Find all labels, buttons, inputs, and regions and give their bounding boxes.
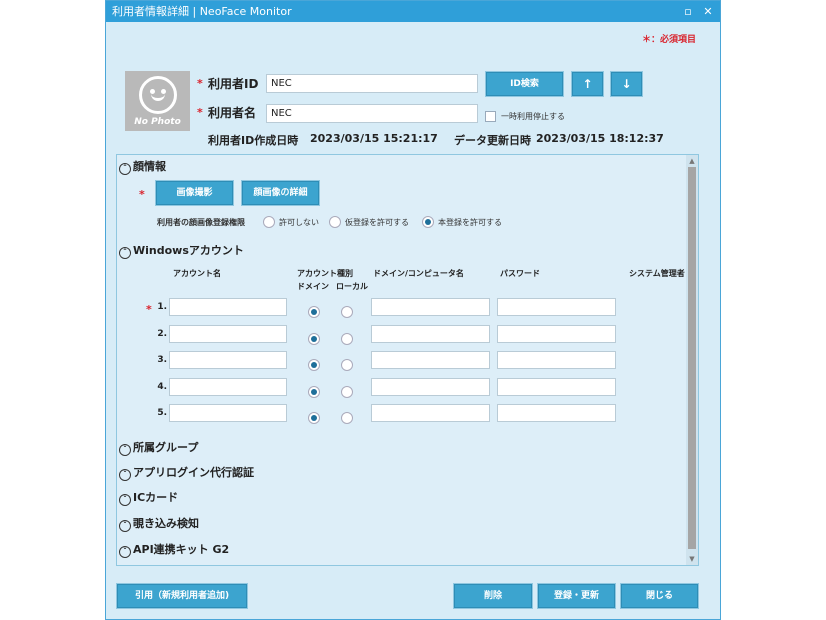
user-name-label: 利用者名 — [208, 106, 257, 120]
panel-scrollbar[interactable]: ▲ ▼ — [686, 155, 698, 565]
domain-computer-input[interactable] — [371, 325, 490, 343]
domain-computer-input[interactable] — [371, 404, 490, 422]
user-name-input[interactable]: NEC — [266, 104, 478, 123]
user-id-label: 利用者ID — [208, 77, 259, 91]
photo-caption: No Photo — [134, 117, 181, 127]
account-type-domain-radio[interactable] — [308, 333, 320, 345]
section-face-info[interactable]: ˆ 顔情報 — [119, 158, 166, 175]
permission-label: 利用者の顔画像登録権限 — [157, 218, 245, 227]
close-button[interactable]: 閉じる — [620, 583, 699, 609]
permission-temporary-radio[interactable] — [329, 216, 341, 228]
chevron-down-icon: ˇ — [119, 444, 131, 456]
scroll-thumb[interactable] — [688, 167, 696, 549]
row-number: 5. — [157, 408, 167, 418]
domain-computer-input[interactable] — [371, 298, 490, 316]
required-mark: * — [139, 188, 145, 201]
capture-image-button[interactable]: 画像撮影 — [155, 180, 234, 206]
restore-icon[interactable]: ▫ — [678, 1, 698, 22]
created-value: 2023/03/15 15:21:17 — [310, 132, 438, 145]
updated-value: 2023/03/15 18:12:37 — [536, 132, 664, 145]
permission-deny-radio[interactable] — [263, 216, 275, 228]
column-system-admin: システム管理者 — [629, 269, 685, 278]
account-name-input[interactable] — [169, 378, 287, 396]
account-type-domain-radio[interactable] — [308, 386, 320, 398]
password-input[interactable] — [497, 404, 616, 422]
chevron-up-icon: ˆ — [119, 163, 131, 175]
quote-new-user-button[interactable]: 引用（新規利用者追加) — [116, 583, 248, 609]
password-input[interactable] — [497, 351, 616, 369]
chevron-up-icon: ˆ — [119, 247, 131, 259]
account-name-input[interactable] — [169, 298, 287, 316]
user-id-input[interactable]: NEC — [266, 74, 478, 93]
account-name-input[interactable] — [169, 404, 287, 422]
permission-option-label: 本登録を許可する — [438, 218, 502, 227]
column-password: パスワード — [500, 269, 540, 278]
section-app-login[interactable]: ˇ アプリログイン代行認証 — [119, 464, 254, 481]
chevron-down-icon: ˇ — [119, 546, 131, 558]
chevron-down-icon: ˇ — [119, 469, 131, 481]
required-mark: * — [197, 106, 203, 119]
user-photo: No Photo — [125, 71, 190, 131]
row-number: 4. — [157, 382, 167, 392]
suspend-label: 一時利用停止する — [501, 112, 565, 121]
required-mark: * — [197, 77, 203, 90]
created-label: 利用者ID作成日時 — [208, 134, 299, 147]
face-image-detail-button[interactable]: 顔画像の詳細 — [241, 180, 320, 206]
smiley-icon — [139, 76, 177, 114]
required-mark: * — [146, 303, 152, 316]
account-type-local-radio[interactable] — [341, 412, 353, 424]
section-api-kit[interactable]: ˇ API連携キット G2 — [119, 541, 229, 558]
delete-button[interactable]: 削除 — [453, 583, 533, 609]
next-user-button[interactable]: ↓ — [610, 71, 643, 97]
domain-computer-input[interactable] — [371, 378, 490, 396]
column-account-type: アカウント種別 — [297, 269, 353, 278]
title-bar: 利用者情報詳細 | NeoFace Monitor ▫ ✕ — [106, 1, 720, 22]
column-local: ローカル — [336, 282, 368, 291]
window-title: 利用者情報詳細 | NeoFace Monitor — [112, 5, 292, 18]
row-number: 3. — [157, 355, 167, 365]
permission-option-label: 仮登録を許可する — [345, 218, 409, 227]
account-name-input[interactable] — [169, 325, 287, 343]
column-domain-computer: ドメイン/コンピュータ名 — [373, 269, 464, 278]
id-search-button[interactable]: ID検索 — [485, 71, 564, 97]
scroll-down-arrow[interactable]: ▼ — [686, 553, 698, 565]
permission-option-label: 許可しない — [279, 218, 319, 227]
updated-label: データ更新日時 — [454, 134, 531, 147]
account-type-domain-radio[interactable] — [308, 306, 320, 318]
close-icon[interactable]: ✕ — [698, 1, 718, 22]
account-type-local-radio[interactable] — [341, 386, 353, 398]
previous-user-button[interactable]: ↑ — [571, 71, 604, 97]
account-type-local-radio[interactable] — [341, 359, 353, 371]
scroll-up-arrow[interactable]: ▲ — [686, 155, 698, 167]
column-account-name: アカウント名 — [173, 269, 221, 278]
permission-full-radio[interactable] — [422, 216, 434, 228]
detail-panel[interactable]: ▲ ▼ ˆ 顔情報 * 画像撮影 顔画像の詳細 利用者の顔画像登録権限 許可しない… — [116, 154, 699, 566]
user-detail-window: 利用者情報詳細 | NeoFace Monitor ▫ ✕ ＊：必須項目 No … — [105, 0, 721, 620]
account-name-input[interactable] — [169, 351, 287, 369]
section-windows-account[interactable]: ˆ Windowsアカウント — [119, 242, 244, 259]
register-update-button[interactable]: 登録・更新 — [537, 583, 616, 609]
account-type-domain-radio[interactable] — [308, 359, 320, 371]
account-type-local-radio[interactable] — [341, 333, 353, 345]
row-number: 2. — [157, 329, 167, 339]
password-input[interactable] — [497, 298, 616, 316]
chevron-down-icon: ˇ — [119, 520, 131, 532]
column-domain: ドメイン — [297, 282, 329, 291]
section-group[interactable]: ˇ 所属グループ — [119, 439, 198, 456]
domain-computer-input[interactable] — [371, 351, 490, 369]
account-type-domain-radio[interactable] — [308, 412, 320, 424]
section-peek-detection[interactable]: ˇ 覗き込み検知 — [119, 515, 199, 532]
row-number: 1. — [157, 302, 167, 312]
suspend-checkbox[interactable] — [485, 111, 496, 122]
section-ic-card[interactable]: ˇ ICカード — [119, 489, 178, 506]
account-type-local-radio[interactable] — [341, 306, 353, 318]
password-input[interactable] — [497, 378, 616, 396]
chevron-down-icon: ˇ — [119, 494, 131, 506]
password-input[interactable] — [497, 325, 616, 343]
required-legend: ＊：必須項目 — [641, 35, 696, 45]
